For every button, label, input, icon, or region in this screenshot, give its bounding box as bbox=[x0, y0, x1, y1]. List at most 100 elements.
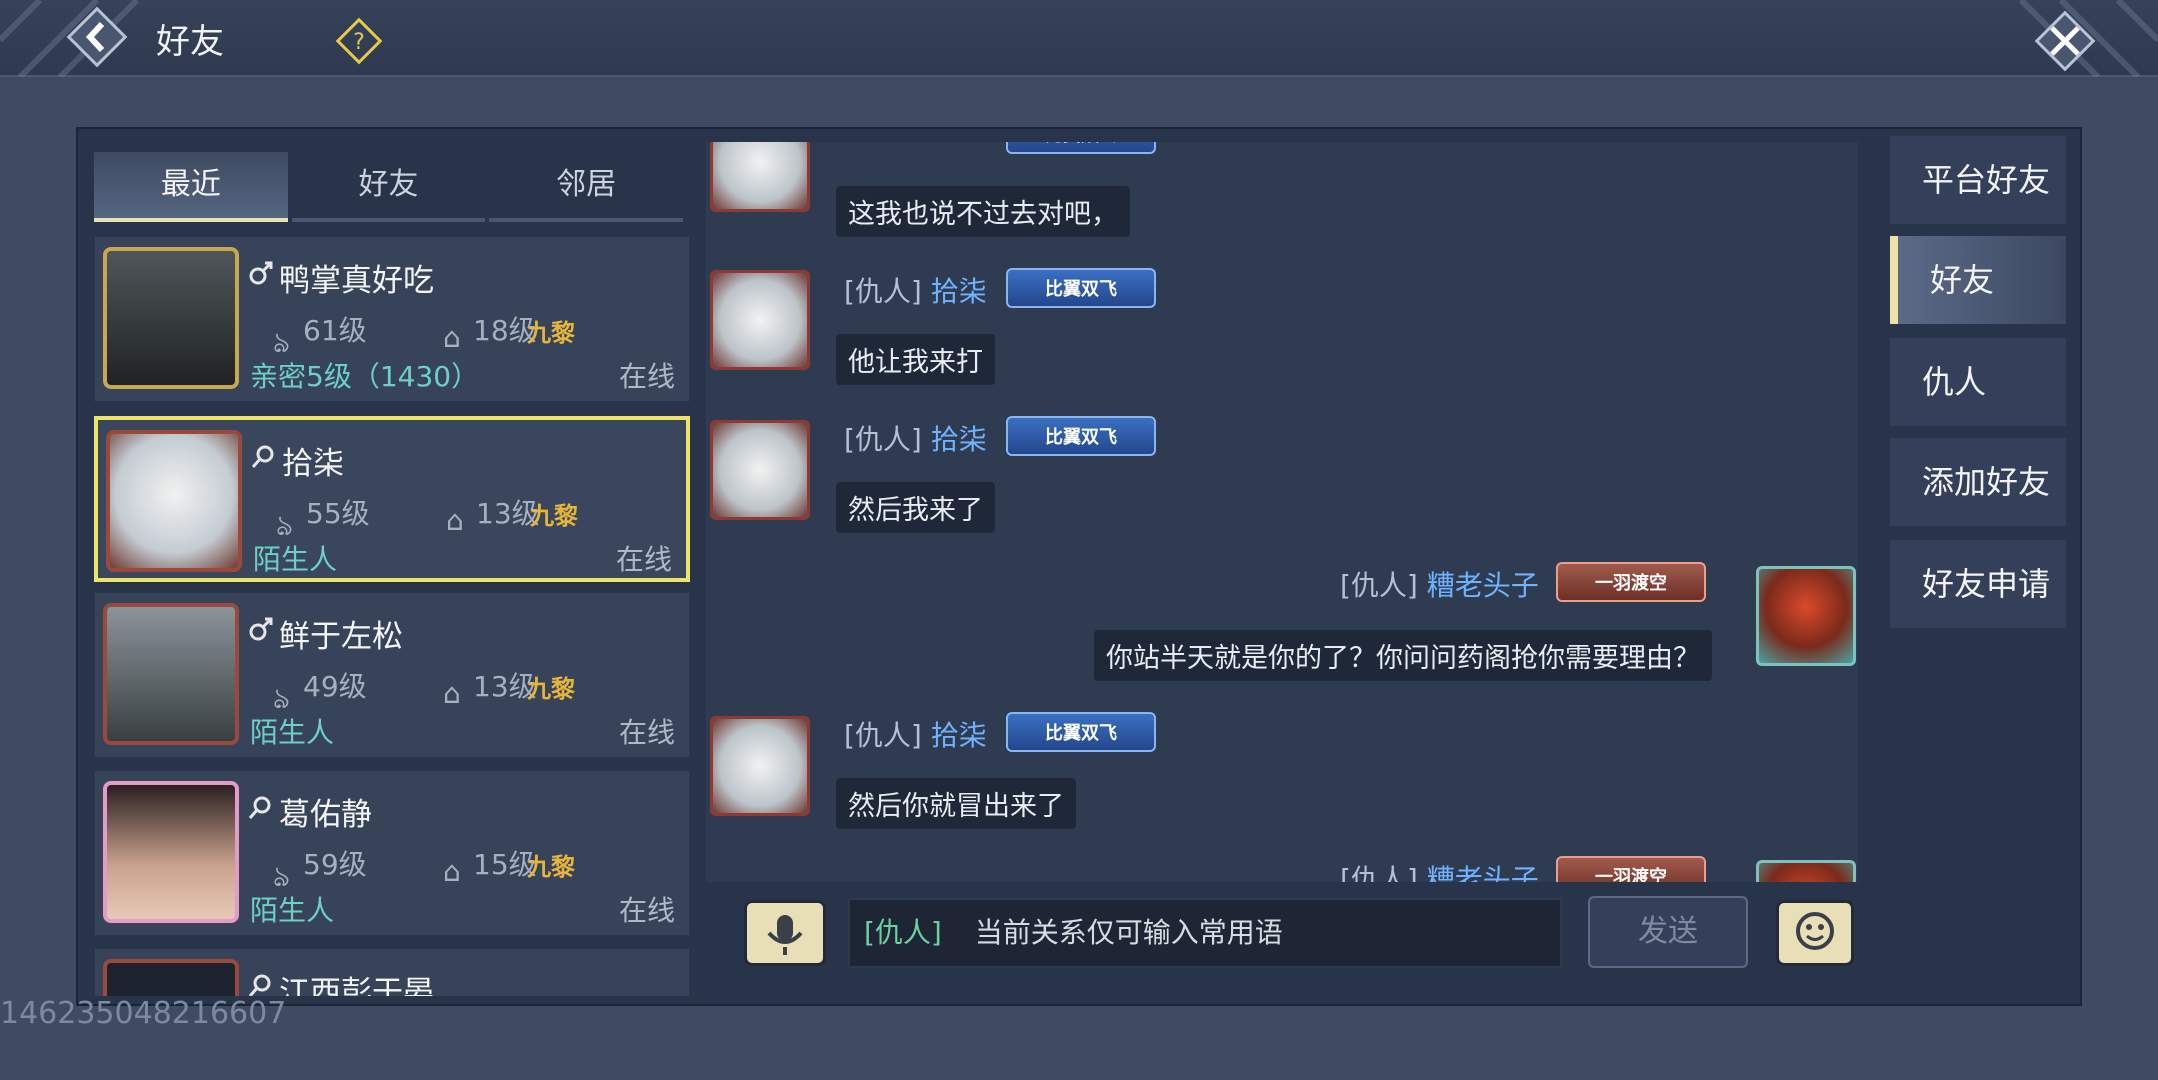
side-menu-friend-requests[interactable]: 好友申请 bbox=[1890, 540, 2066, 628]
side-menu-platform-friends[interactable]: 平台好友 bbox=[1890, 136, 2066, 224]
sender-line: [仇人] 糟老头子 bbox=[1340, 564, 1539, 604]
relation-label: 陌生人 bbox=[250, 894, 335, 927]
house-icon: ⌂ bbox=[443, 321, 461, 354]
close-button[interactable] bbox=[2030, 6, 2100, 76]
male-icon bbox=[249, 261, 273, 285]
player-level: ঌ 59级 bbox=[273, 848, 367, 893]
help-button[interactable]: ? bbox=[334, 16, 384, 66]
wing-icon: ঌ bbox=[273, 860, 290, 893]
school-tag: 九黎 bbox=[527, 675, 575, 703]
school-tag: 九黎 bbox=[530, 502, 578, 530]
tab-recent[interactable]: 最近 bbox=[94, 152, 288, 222]
relation-label: 亲密5级（1430） bbox=[250, 360, 480, 393]
tab-neighbors[interactable]: 邻居 bbox=[489, 152, 684, 222]
female-icon bbox=[251, 445, 274, 468]
sender-line: [仇人] 糟老头子 bbox=[1340, 858, 1539, 882]
sender-avatar bbox=[710, 716, 810, 816]
wing-icon: ঌ bbox=[276, 509, 293, 542]
chat-input-bar: [仇人] 当前关系仅可输入常用语 发送 bbox=[706, 890, 1858, 992]
online-status: 在线 bbox=[618, 894, 675, 927]
house-level: ⌂ 15级 bbox=[443, 848, 537, 888]
back-button[interactable] bbox=[62, 2, 132, 72]
avatar bbox=[106, 430, 242, 572]
sender-avatar bbox=[710, 270, 810, 370]
contact-card[interactable]: 葛佑静 ঌ 59级 ⌂ 15级 九黎 陌生人 在线 bbox=[94, 770, 690, 936]
side-menu-add-friend[interactable]: 添加好友 bbox=[1890, 438, 2066, 526]
contact-card[interactable]: 鲜于左松 ঌ 49级 ⌂ 13级 九黎 陌生人 在线 bbox=[94, 592, 690, 758]
school-tag: 九黎 bbox=[527, 853, 575, 881]
emoji-icon bbox=[1796, 912, 1834, 950]
sender-name[interactable]: 拾柒 bbox=[931, 275, 987, 308]
contact-name: 鸭掌真好吃 bbox=[279, 263, 434, 299]
message-bubble: 你站半天就是你的了？你问问药阁抢你需要理由？ bbox=[1094, 630, 1712, 681]
house-level: ⌂ 13级 bbox=[446, 497, 540, 537]
close-x-icon bbox=[2034, 10, 2096, 72]
chat-history[interactable]: 比翼双飞 这我也说不过去对吧， [仇人] 拾柒 比翼双飞 他让我来打 [仇人] … bbox=[706, 142, 1858, 882]
emoji-button[interactable] bbox=[1776, 900, 1854, 966]
side-menu-friends[interactable]: 好友 bbox=[1890, 236, 2066, 324]
relation-label: 陌生人 bbox=[250, 716, 335, 749]
sender-line: [仇人] 拾柒 bbox=[844, 270, 987, 310]
online-status: 在线 bbox=[618, 716, 675, 749]
svg-text:?: ? bbox=[353, 30, 365, 55]
back-arrow-icon bbox=[66, 6, 128, 68]
male-icon bbox=[249, 617, 273, 641]
player-level: ঌ 55级 bbox=[276, 497, 370, 542]
house-level: ⌂ 13级 bbox=[443, 670, 537, 710]
contact-name: 葛佑静 bbox=[279, 797, 372, 833]
female-icon bbox=[248, 796, 271, 819]
sender-relation: [仇人] bbox=[1340, 863, 1418, 882]
sender-name[interactable]: 糟老头子 bbox=[1427, 863, 1539, 882]
contact-name: 江西彭于晏 bbox=[279, 975, 434, 996]
title-badge: 比翼双飞 bbox=[1006, 142, 1156, 154]
online-status: 在线 bbox=[615, 543, 672, 576]
message-bubble: 这我也说不过去对吧， bbox=[836, 186, 1130, 237]
contact-name: 拾柒 bbox=[282, 446, 344, 482]
chat-input[interactable]: [仇人] 当前关系仅可输入常用语 bbox=[848, 898, 1562, 968]
sender-relation: [仇人] bbox=[844, 275, 922, 308]
self-avatar bbox=[1756, 566, 1856, 666]
message-bubble: 然后你就冒出来了 bbox=[836, 778, 1076, 829]
input-placeholder: 当前关系仅可输入常用语 bbox=[974, 916, 1283, 949]
player-level: ঌ 49级 bbox=[273, 670, 367, 715]
avatar bbox=[103, 781, 239, 923]
player-level: ঌ 61级 bbox=[273, 314, 367, 359]
title-badge: 比翼双飞 bbox=[1006, 416, 1156, 456]
self-avatar bbox=[1756, 860, 1856, 882]
sender-name[interactable]: 拾柒 bbox=[931, 423, 987, 456]
title-badge: 一羽渡空 bbox=[1556, 856, 1706, 882]
sender-name[interactable]: 拾柒 bbox=[931, 719, 987, 752]
house-level: ⌂ 18级 bbox=[443, 314, 537, 354]
top-bar: 好友 ? bbox=[0, 0, 2158, 77]
tab-friends[interactable]: 好友 bbox=[291, 152, 486, 222]
question-icon: ? bbox=[335, 17, 383, 65]
title-badge: 比翼双飞 bbox=[1006, 712, 1156, 752]
sender-line: [仇人] 拾柒 bbox=[844, 418, 987, 458]
house-icon: ⌂ bbox=[443, 855, 461, 888]
send-button[interactable]: 发送 bbox=[1588, 896, 1748, 968]
contact-card[interactable]: 鸭掌真好吃 ঌ 61级 ⌂ 18级 九黎 亲密5级（1430） 在线 bbox=[94, 236, 690, 402]
sender-name[interactable]: 糟老头子 bbox=[1427, 569, 1539, 602]
contact-list[interactable]: 鸭掌真好吃 ঌ 61级 ⌂ 18级 九黎 亲密5级（1430） 在线 拾柒 ঌ 55级… bbox=[94, 236, 690, 996]
wing-icon: ঌ bbox=[273, 326, 290, 359]
wing-icon: ঌ bbox=[273, 682, 290, 715]
page-title: 好友 bbox=[156, 22, 224, 62]
sender-line: [仇人] 拾柒 bbox=[844, 714, 987, 754]
message-bubble: 然后我来了 bbox=[836, 482, 995, 533]
contact-card[interactable]: 江西彭于晏 bbox=[94, 948, 690, 996]
input-relation-prefix: [仇人] bbox=[864, 916, 942, 949]
avatar bbox=[103, 603, 239, 745]
user-id-watermark: 146235048216607 bbox=[0, 996, 287, 1031]
side-menu-enemies[interactable]: 仇人 bbox=[1890, 338, 2066, 426]
school-tag: 九黎 bbox=[527, 319, 575, 347]
sender-avatar bbox=[710, 142, 810, 212]
house-icon: ⌂ bbox=[443, 677, 461, 710]
sender-relation: [仇人] bbox=[844, 423, 922, 456]
voice-button[interactable] bbox=[744, 900, 826, 966]
contact-name: 鲜于左松 bbox=[279, 619, 403, 655]
house-icon: ⌂ bbox=[446, 504, 464, 537]
sender-relation: [仇人] bbox=[1340, 569, 1418, 602]
female-icon bbox=[248, 974, 271, 996]
contact-card-selected[interactable]: 拾柒 ঌ 55级 ⌂ 13级 九黎 陌生人 在线 bbox=[94, 416, 690, 582]
contact-tabs: 最近 好友 邻居 bbox=[94, 152, 687, 222]
